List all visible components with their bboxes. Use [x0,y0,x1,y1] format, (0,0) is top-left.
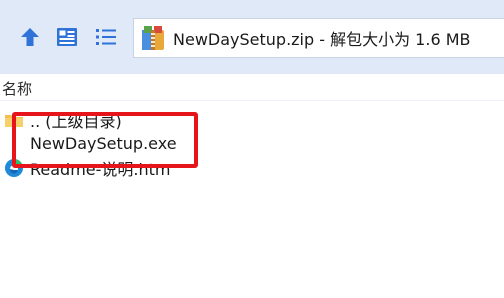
application-icon [4,133,24,153]
column-header-name[interactable]: 名称 [0,78,504,100]
address-path-text: NewDaySetup.zip - 解包大小为 1.6 MB [173,30,471,49]
list-item-setup-exe[interactable]: NewDaySetup.exe [0,131,504,155]
list-item-parent-directory[interactable]: .. (上级目录) [0,108,504,132]
address-bar[interactable]: NewDaySetup.zip - 解包大小为 1.6 MB [133,18,504,58]
view-toggle-icon[interactable] [54,24,80,50]
list-item-label: NewDaySetup.exe [30,133,177,153]
zip-archive-icon [141,25,165,51]
list-item-readme-htm[interactable]: Readme-说明.htm [0,156,504,180]
toolbar: NewDaySetup.zip - 解包大小为 1.6 MB [0,0,504,74]
up-arrow-icon[interactable] [17,24,43,50]
folder-icon [4,110,24,130]
column-header-divider [0,100,504,101]
list-item-label: Readme-说明.htm [30,160,171,179]
list-view-icon[interactable] [93,24,119,50]
edge-browser-icon [4,158,24,178]
list-item-label: .. (上级目录) [30,112,122,131]
